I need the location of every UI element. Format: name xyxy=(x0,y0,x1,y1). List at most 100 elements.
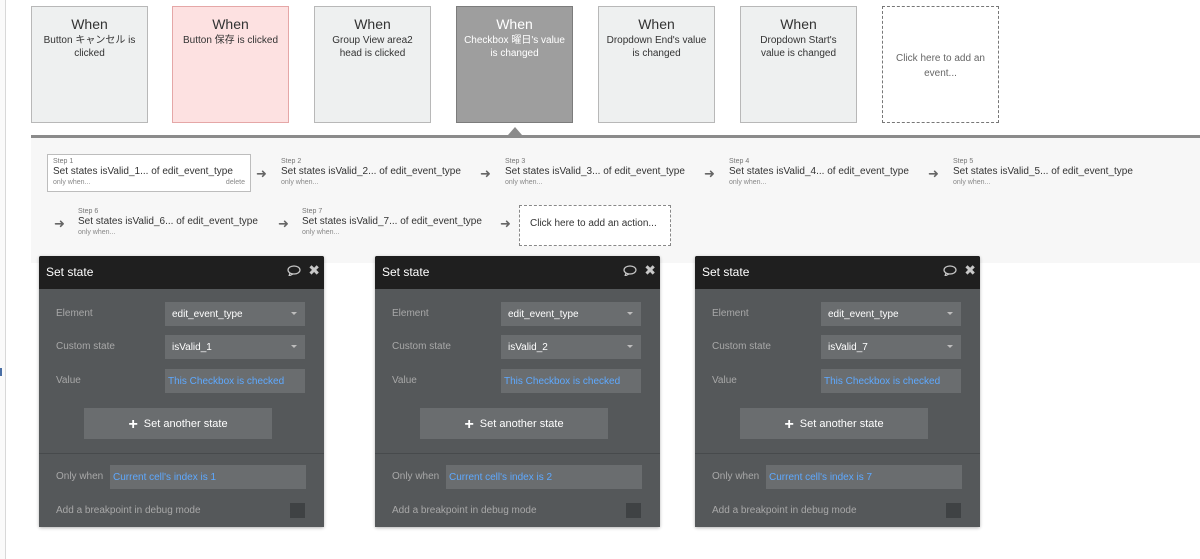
set-another-state-button[interactable]: + Set another state xyxy=(84,408,272,439)
event-when: When xyxy=(780,16,817,32)
step-only-when: only when... xyxy=(53,179,91,186)
value-field[interactable]: This Checkbox is checked xyxy=(165,369,305,393)
event-description: Checkbox 曜日's value is changed xyxy=(464,35,565,59)
comment-icon[interactable] xyxy=(943,265,957,276)
chevron-down-icon xyxy=(291,312,297,315)
custom-state-value: isValid_2 xyxy=(508,342,548,353)
element-dropdown[interactable]: edit_event_type xyxy=(501,302,641,326)
custom-state-dropdown[interactable]: isValid_1 xyxy=(165,335,305,359)
event-description: Button 保存 is clicked xyxy=(182,35,279,46)
element-label: Element xyxy=(56,308,93,319)
step-title: Set states isValid_2... of edit_event_ty… xyxy=(281,166,461,177)
event-card-group-view-clicked[interactable]: When Group View area2 head is clicked xyxy=(314,6,431,123)
step-title: Set states isValid_3... of edit_event_ty… xyxy=(505,166,685,177)
comment-icon[interactable] xyxy=(287,265,301,276)
chevron-down-icon xyxy=(627,345,633,348)
element-dropdown[interactable]: edit_event_type xyxy=(821,302,961,326)
step-label: Step 4 xyxy=(729,158,750,165)
value-field[interactable]: This Checkbox is checked xyxy=(821,369,961,393)
step-6[interactable]: Step 6 Set states isValid_6... of edit_e… xyxy=(78,207,258,245)
close-icon[interactable]: ✖ xyxy=(308,263,320,277)
set-another-state-label: Set another state xyxy=(479,418,564,430)
step-label: Step 3 xyxy=(505,158,526,165)
only-when-field[interactable]: Current cell's index is 2 xyxy=(446,465,642,489)
value-label: Value xyxy=(712,375,737,386)
step-title: Set states isValid_6... of edit_event_ty… xyxy=(78,216,258,227)
step-sub: only when... xyxy=(729,179,767,186)
step-4[interactable]: Step 4 Set states isValid_4... of edit_e… xyxy=(729,157,909,195)
breakpoint-label: Add a breakpoint in debug mode xyxy=(392,505,537,516)
arrow-right-icon: ➜ xyxy=(704,166,715,181)
set-state-panel-3: Set state ✖ Element edit_event_type Cust… xyxy=(695,256,980,527)
close-icon[interactable]: ✖ xyxy=(964,263,976,277)
element-label: Element xyxy=(712,308,749,319)
step-5[interactable]: Step 5 Set states isValid_5... of edit_e… xyxy=(953,157,1133,195)
panel-title: Set state xyxy=(702,265,750,279)
event-card-checkbox-changed[interactable]: When Checkbox 曜日's value is changed xyxy=(456,6,573,123)
step-7[interactable]: Step 7 Set states isValid_7... of edit_e… xyxy=(302,207,482,245)
breakpoint-checkbox[interactable] xyxy=(946,503,961,518)
panel-title: Set state xyxy=(382,265,430,279)
step-sub: only when... xyxy=(281,179,319,186)
event-when: When xyxy=(496,16,533,32)
step-title: Set states isValid_1... of edit_event_ty… xyxy=(53,166,233,177)
element-value: edit_event_type xyxy=(508,309,579,320)
comment-icon[interactable] xyxy=(623,265,637,276)
element-label: Element xyxy=(392,308,429,319)
panel-body: Element edit_event_type Custom state isV… xyxy=(375,289,660,527)
add-event-label: Click here to add an event... xyxy=(896,53,985,79)
step-sub: only when... xyxy=(302,229,340,236)
event-when: When xyxy=(212,16,249,32)
step-sub: only when... xyxy=(78,229,116,236)
event-description: Group View area2 head is clicked xyxy=(332,35,413,59)
breakpoint-label: Add a breakpoint in debug mode xyxy=(56,505,201,516)
plus-icon: + xyxy=(464,416,474,433)
step-label: Step 6 xyxy=(78,208,99,215)
add-action-button[interactable]: Click here to add an action... xyxy=(519,205,671,246)
custom-state-dropdown[interactable]: isValid_7 xyxy=(821,335,961,359)
breakpoint-checkbox[interactable] xyxy=(626,503,641,518)
chevron-down-icon xyxy=(291,345,297,348)
divider xyxy=(39,453,324,454)
value-field[interactable]: This Checkbox is checked xyxy=(501,369,641,393)
element-dropdown[interactable]: edit_event_type xyxy=(165,302,305,326)
divider xyxy=(375,453,660,454)
only-when-field[interactable]: Current cell's index is 1 xyxy=(110,465,306,489)
breakpoint-checkbox[interactable] xyxy=(290,503,305,518)
chevron-down-icon xyxy=(627,312,633,315)
only-when-label: Only when xyxy=(712,471,760,482)
close-icon[interactable]: ✖ xyxy=(644,263,656,277)
event-when: When xyxy=(71,16,108,32)
panel-title: Set state xyxy=(46,265,94,279)
step-3[interactable]: Step 3 Set states isValid_3... of edit_e… xyxy=(505,157,685,195)
panel-body: Element edit_event_type Custom state isV… xyxy=(695,289,980,527)
panel-header: Set state ✖ xyxy=(695,256,980,289)
step-sub: only when... delete xyxy=(53,178,245,188)
arrow-right-icon: ➜ xyxy=(480,166,491,181)
step-title: Set states isValid_4... of edit_event_ty… xyxy=(729,166,909,177)
step-sub: only when... xyxy=(505,179,543,186)
add-event-button[interactable]: Click here to add an event... xyxy=(882,6,999,123)
event-card-dropdown-end-changed[interactable]: When Dropdown End's value is changed xyxy=(598,6,715,123)
only-when-field[interactable]: Current cell's index is 7 xyxy=(766,465,962,489)
value-label: Value xyxy=(392,375,417,386)
event-card-save-clicked[interactable]: When Button 保存 is clicked xyxy=(172,6,289,123)
step-label: Step 5 xyxy=(953,158,974,165)
set-another-state-button[interactable]: + Set another state xyxy=(740,408,928,439)
event-card-cancel-clicked[interactable]: When Button キャンセル is clicked xyxy=(31,6,148,123)
step-delete-link[interactable]: delete xyxy=(226,178,245,188)
event-description: Dropdown Start's value is changed xyxy=(760,35,837,59)
step-1[interactable]: Step 1 Set states isValid_1... of edit_e… xyxy=(47,154,251,192)
element-value: edit_event_type xyxy=(828,309,899,320)
set-another-state-button[interactable]: + Set another state xyxy=(420,408,608,439)
custom-state-dropdown[interactable]: isValid_2 xyxy=(501,335,641,359)
set-another-state-label: Set another state xyxy=(143,418,228,430)
step-label: Step 7 xyxy=(302,208,323,215)
arrow-right-icon: ➜ xyxy=(278,216,289,231)
step-2[interactable]: Step 2 Set states isValid_2... of edit_e… xyxy=(281,157,461,195)
plus-icon: + xyxy=(128,416,138,433)
value-label: Value xyxy=(56,375,81,386)
custom-state-label: Custom state xyxy=(712,341,771,352)
event-card-dropdown-start-changed[interactable]: When Dropdown Start's value is changed xyxy=(740,6,857,123)
set-state-panel-1: Set state ✖ Element edit_event_type Cust… xyxy=(39,256,324,527)
